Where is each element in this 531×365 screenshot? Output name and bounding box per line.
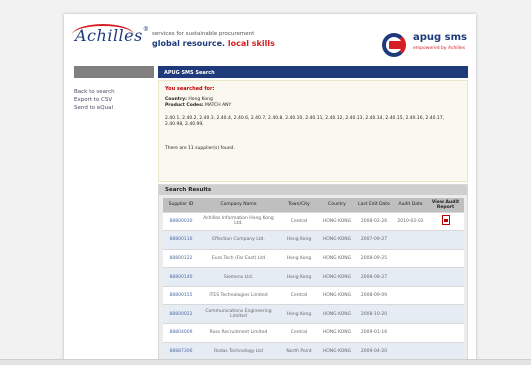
audit-date-cell (394, 267, 427, 287)
town-city-cell: Central (278, 285, 320, 305)
col-audit-date[interactable]: Audit Date (394, 198, 427, 212)
achilles-logo[interactable]: Achilles® (75, 26, 149, 45)
company-name-cell: Ross Recruitment Limited (199, 323, 278, 343)
results-body: 88800030 Achilles Information Hong Kong L… (163, 211, 464, 365)
country-cell: HONG KONG (320, 211, 354, 231)
table-row: 88887306 Rodas Technology Ltd North Point H… (163, 341, 464, 361)
supplier-id-cell[interactable]: 88804009 (163, 323, 199, 343)
last-edit-date-cell: 2009-04-20 (354, 341, 394, 361)
supplier-id-cell[interactable]: 88800122 (163, 248, 199, 268)
supplier-count: There are 11 supplier(s) found. (165, 146, 235, 151)
company-name-cell: Euro Tech (Far East) Ltd (199, 248, 278, 268)
supplier-id-cell[interactable]: 88800022 (163, 304, 199, 324)
taskbar-status-icon (485, 360, 525, 365)
audit-date-cell: 2010-02-02 (394, 211, 427, 231)
country-cell: HONG KONG (320, 230, 354, 250)
page-title: APUG SMS Search (164, 70, 215, 76)
last-edit-date-cell: 2008-02-26 (354, 211, 394, 231)
pdf-icon[interactable] (441, 215, 450, 226)
town-city-cell: Hong Kong (278, 248, 320, 268)
sidebar-links: Back to search Export to CSV Send to eQu… (74, 88, 115, 112)
audit-report-cell (427, 323, 464, 343)
col-town-city[interactable]: Town/City (278, 198, 320, 212)
results-title: Search Results (159, 185, 467, 195)
country-cell: HONG KONG (320, 341, 354, 361)
supplier-id-cell[interactable]: 88800155 (163, 285, 199, 305)
company-name-cell: ITES Technologies Limited (199, 285, 278, 305)
table-row: 88800140 Siemens Ltd. Hong Kong HONG KONG 20… (163, 267, 464, 287)
tagline-line2: global resource. local skills (152, 39, 275, 48)
table-row: 88800122 Euro Tech (Far East) Ltd Hong Kon… (163, 248, 464, 268)
supplier-id-cell[interactable]: 88800110 (163, 230, 199, 250)
header: Achilles® services for sustainable procu… (64, 14, 476, 64)
supplier-id-cell[interactable]: 88800140 (163, 267, 199, 287)
town-city-cell: Central (278, 211, 320, 231)
taskbar (0, 359, 531, 365)
last-edit-date-cell: 2008-09-09 (354, 285, 394, 305)
audit-date-cell (394, 341, 427, 361)
last-edit-date-cell: 2008-08-27 (354, 267, 394, 287)
company-name-cell: Effection Company Ltd. (199, 230, 278, 250)
audit-date-cell (394, 248, 427, 268)
sidebar-header-bar (74, 66, 154, 78)
company-name-cell: Communications Engineering Limited (199, 304, 278, 324)
col-view-audit-report: View Audit Report (427, 198, 464, 212)
audit-report-cell (427, 285, 464, 305)
audit-report-cell (427, 267, 464, 287)
company-name-cell: Siemens Ltd. (199, 267, 278, 287)
col-supplier-id[interactable]: Supplier ID (163, 198, 199, 212)
tagline-line1: services for sustainable procurement (152, 31, 255, 37)
send-to-equal-link[interactable]: Send to eQual (74, 104, 115, 112)
export-csv-link[interactable]: Export to CSV (74, 96, 115, 104)
search-summary: You searched for: Country: Hong Kong Pro… (158, 80, 468, 182)
country-cell: HONG KONG (320, 267, 354, 287)
last-edit-date-cell: 2007-09-27 (354, 230, 394, 250)
table-row: 88800155 ITES Technologies Limited Central… (163, 285, 464, 305)
supplier-id-cell[interactable]: 88800030 (163, 211, 199, 231)
apug-logo-subtitle: empowered by Achilles (413, 46, 466, 51)
town-city-cell: Central (278, 323, 320, 343)
company-name-cell: Rodas Technology Ltd (199, 341, 278, 361)
country-cell: HONG KONG (320, 323, 354, 343)
col-last-edit-date[interactable]: Last Edit Date (354, 198, 394, 212)
last-edit-date-cell: 2008-10-20 (354, 304, 394, 324)
audit-date-cell (394, 323, 427, 343)
table-row: 88800110 Effection Company Ltd. Hong Kong H… (163, 230, 464, 250)
last-edit-date-cell: 2008-09-25 (354, 248, 394, 268)
last-edit-date-cell: 2009-01-16 (354, 323, 394, 343)
company-name-cell: Achilles Information Hong Kong Ltd. (199, 211, 278, 231)
country-cell: HONG KONG (320, 285, 354, 305)
audit-report-cell (427, 230, 464, 250)
audit-report-cell (427, 211, 464, 231)
town-city-cell: Hong Kong (278, 230, 320, 250)
supplier-id-cell[interactable]: 88887306 (163, 341, 199, 361)
audit-date-cell (394, 285, 427, 305)
col-country[interactable]: Country (320, 198, 354, 212)
table-header-row: Supplier ID Company Name Town/City Count… (163, 198, 464, 212)
apug-logo-name: apug sms (413, 32, 467, 43)
product-codes-list: 2.40.1, 2.40.2, 2.40.3, 2.40.4, 2.40.6, … (165, 116, 445, 127)
audit-report-cell (427, 341, 464, 361)
table-row: 88804009 Ross Recruitment Limited Central H… (163, 323, 464, 343)
town-city-cell: Hong Kong (278, 304, 320, 324)
table-row: 88800022 Communications Engineering Limit… (163, 304, 464, 324)
search-results: Search Results Supplier ID Company Name … (158, 184, 468, 365)
back-to-search-link[interactable]: Back to search (74, 88, 115, 96)
tagline: services for sustainable procurement glo… (152, 30, 275, 48)
col-company-name[interactable]: Company Name (199, 198, 278, 212)
town-city-cell: North Point (278, 341, 320, 361)
country-cell: HONG KONG (320, 248, 354, 268)
page: Achilles® services for sustainable procu… (64, 14, 476, 365)
town-city-cell: Hong Kong (278, 267, 320, 287)
results-table: Supplier ID Company Name Town/City Count… (163, 198, 464, 365)
table-row: 88800030 Achilles Information Hong Kong L… (163, 211, 464, 231)
apug-logo-icon (382, 33, 406, 57)
page-title-bar: APUG SMS Search (158, 66, 468, 78)
audit-report-cell (427, 304, 464, 324)
audit-date-cell (394, 230, 427, 250)
audit-date-cell (394, 304, 427, 324)
audit-report-cell (427, 248, 464, 268)
country-cell: HONG KONG (320, 304, 354, 324)
